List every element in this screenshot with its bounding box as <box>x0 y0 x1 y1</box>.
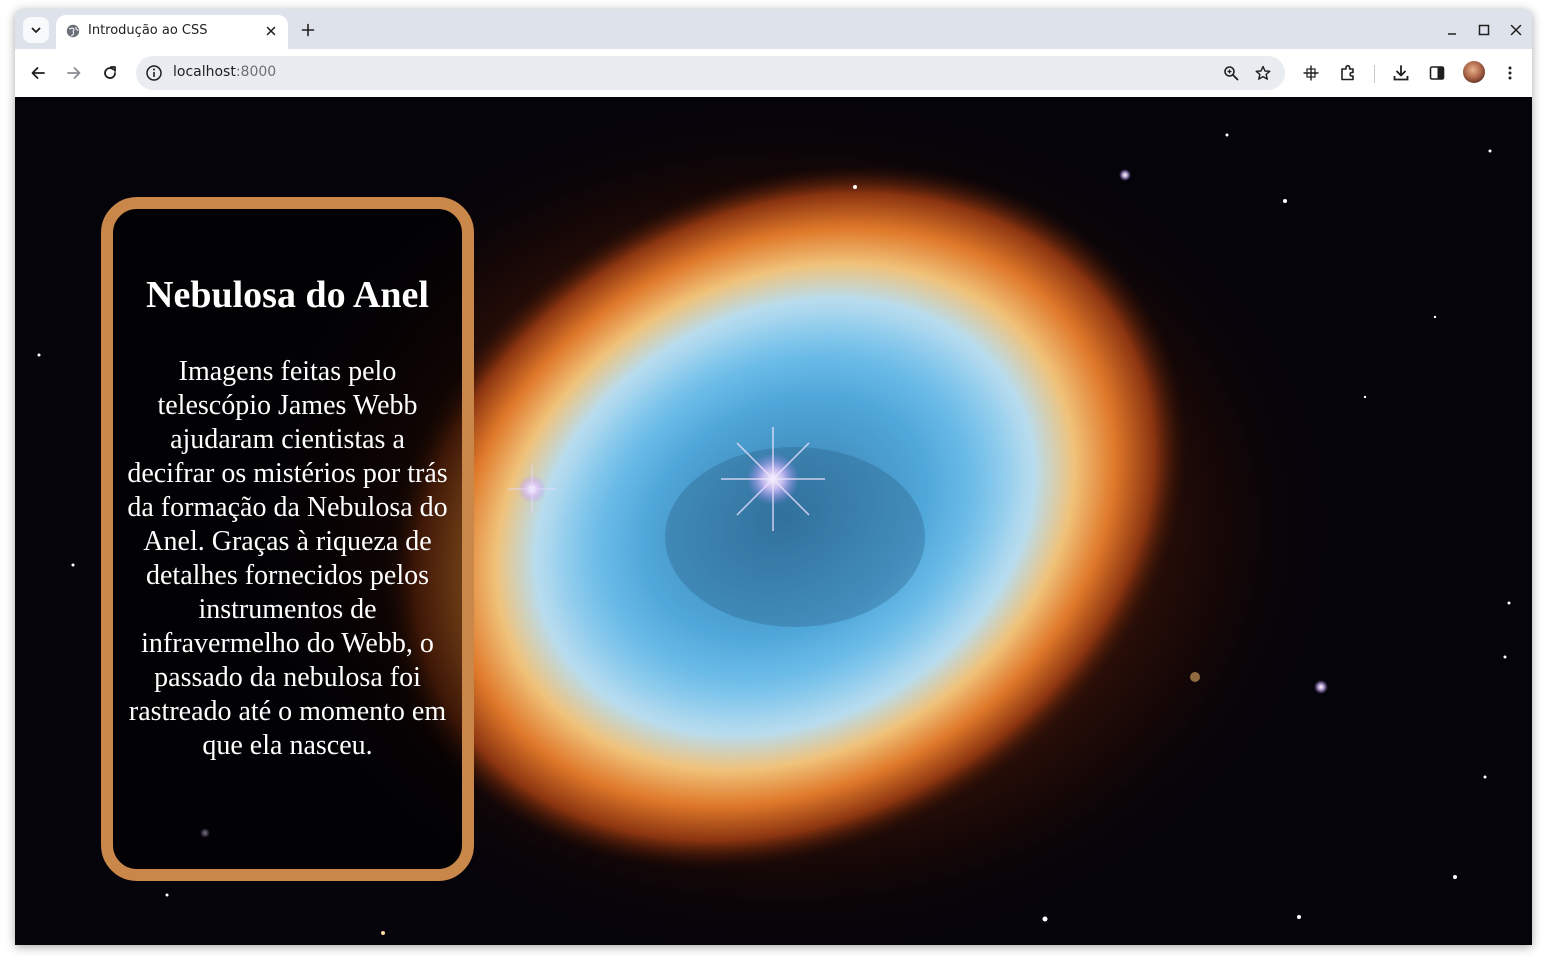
forward-arrow-icon <box>67 67 81 79</box>
url-host: localhost <box>173 64 236 80</box>
url-text[interactable]: localhost:8000 <box>173 64 276 80</box>
reload-button[interactable] <box>97 60 123 86</box>
back-arrow-icon <box>31 67 45 79</box>
tab-close-button[interactable] <box>262 22 280 40</box>
tab-strip: Introdução ao CSS <box>15 9 1532 49</box>
tab-title: Introdução ao CSS <box>88 23 208 38</box>
close-icon <box>1510 24 1522 36</box>
minimize-button[interactable] <box>1441 19 1463 41</box>
tab-search-button[interactable] <box>23 17 49 43</box>
page-content: Nebulosa do Anel Imagens feitas pelo tel… <box>15 97 1532 945</box>
downloads-button[interactable] <box>1388 60 1414 86</box>
address-bar[interactable]: localhost:8000 <box>136 56 1285 90</box>
side-panel-button[interactable] <box>1424 60 1450 86</box>
reload-icon <box>104 66 116 79</box>
browser-toolbar: localhost:8000 <box>15 49 1532 97</box>
browser-window: Introdução ao CSS localhost:8000 Nebulos… <box>15 9 1532 945</box>
close-icon <box>266 26 276 36</box>
chevron-down-icon <box>31 27 41 33</box>
close-window-button[interactable] <box>1505 19 1527 41</box>
card-paragraph: Imagens feitas pelo telescópio James Web… <box>127 356 448 761</box>
info-card: Nebulosa do Anel Imagens feitas pelo tel… <box>101 197 474 881</box>
extensions-button[interactable] <box>1335 60 1361 86</box>
globe-icon <box>66 24 80 38</box>
minimize-icon <box>1448 33 1456 35</box>
page-title: Nebulosa do Anel <box>146 274 429 316</box>
bookmark-button[interactable] <box>1250 60 1276 86</box>
maximize-icon <box>1478 24 1490 36</box>
url-port: :8000 <box>235 64 277 80</box>
move-icon <box>1303 65 1319 81</box>
avatar[interactable] <box>1463 61 1485 83</box>
toolbar-separator <box>1374 65 1375 83</box>
move-button[interactable] <box>1298 60 1324 86</box>
back-button[interactable] <box>25 60 51 86</box>
menu-button[interactable] <box>1497 60 1523 86</box>
side-panel-icon <box>1429 66 1445 80</box>
plus-icon <box>301 23 315 37</box>
extensions-icon <box>1341 64 1354 81</box>
tab-active[interactable]: Introdução ao CSS <box>56 15 288 49</box>
menu-kebab-icon <box>1508 66 1512 80</box>
site-info-icon[interactable] <box>145 64 163 82</box>
zoom-icon <box>1224 66 1239 81</box>
bookmark-star-icon <box>1255 65 1271 80</box>
zoom-button[interactable] <box>1218 60 1244 86</box>
forward-button[interactable] <box>61 60 87 86</box>
new-tab-button[interactable] <box>297 19 319 41</box>
download-icon <box>1393 65 1409 81</box>
maximize-button[interactable] <box>1473 19 1495 41</box>
